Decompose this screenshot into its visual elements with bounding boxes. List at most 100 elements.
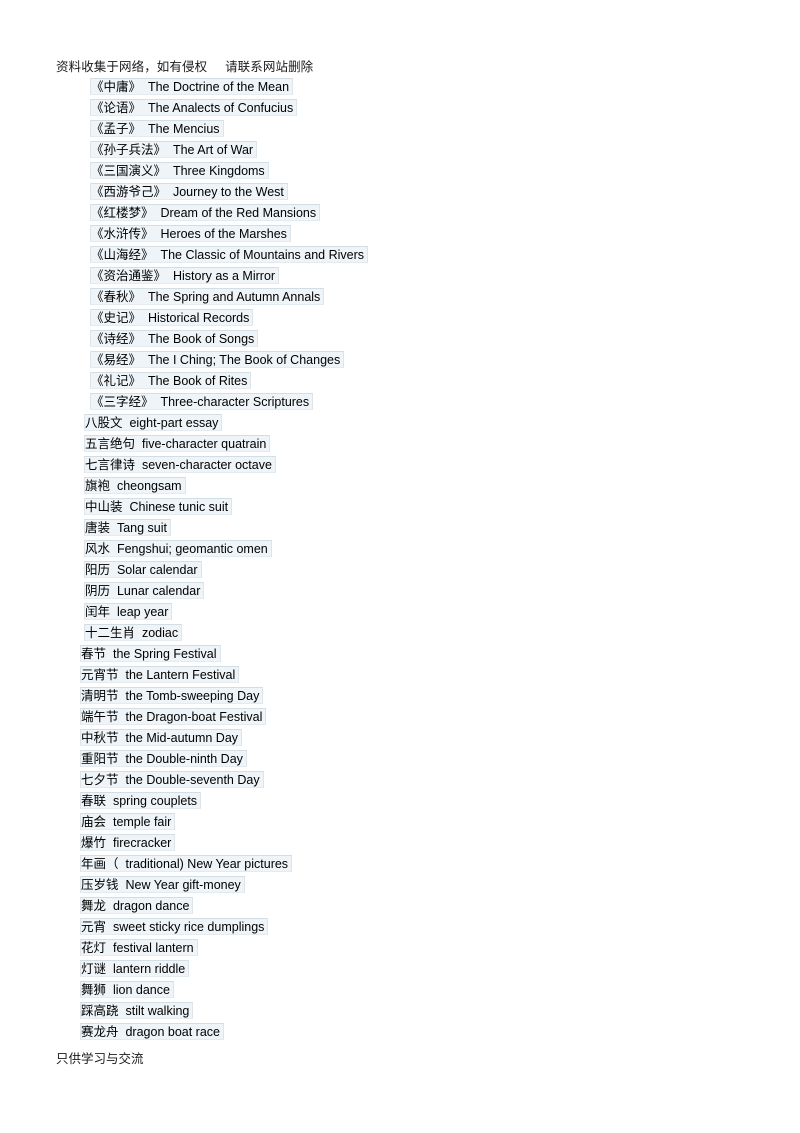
document-page: 资料收集于网络，如有侵权 请联系网站删除 《中庸》 The Doctrine o… (0, 0, 800, 1133)
glossary-term: 踩高跷 (81, 1004, 119, 1018)
glossary-term: 中山装 (85, 500, 123, 514)
glossary-row: 旗袍 cheongsam (62, 477, 762, 494)
glossary-gloss: Solar calendar (116, 563, 198, 577)
glossary-gloss: The Book of Rites (147, 374, 248, 388)
glossary-row: 《三国演义》 Three Kingdoms (62, 162, 762, 179)
glossary-term: 七夕节 (81, 773, 119, 787)
glossary-row: 《中庸》 The Doctrine of the Mean (62, 78, 762, 95)
glossary-term: 舞龙 (81, 899, 107, 913)
glossary-cell: 《中庸》 The Doctrine of the Mean (90, 78, 294, 95)
glossary-cell: 元宵 sweet sticky rice dumplings (80, 918, 269, 935)
glossary-cell: 《礼记》 The Book of Rites (90, 372, 252, 389)
glossary-gloss: the Tomb-sweeping Day (125, 689, 260, 703)
glossary-term: 庙会 (81, 815, 107, 829)
glossary-gloss: The Book of Songs (147, 332, 255, 346)
glossary-term: 《三国演义》 (91, 164, 167, 178)
term-gloss-separator (135, 626, 142, 640)
glossary-gloss: The I Ching; The Book of Changes (147, 353, 341, 367)
glossary-gloss: The Spring and Autumn Annals (147, 290, 321, 304)
glossary-gloss: the Double-ninth Day (125, 752, 243, 766)
glossary-cell: 压岁钱 New Year gift-money (80, 876, 245, 893)
glossary-term: 年画（ (81, 857, 119, 871)
glossary-cell: 舞狮 lion dance (80, 981, 174, 998)
glossary-term: 春联 (81, 794, 107, 808)
term-gloss-separator (141, 353, 148, 367)
term-gloss-separator (110, 479, 117, 493)
term-gloss-separator (141, 374, 148, 388)
glossary-gloss: leap year (116, 605, 169, 619)
glossary-gloss: cheongsam (116, 479, 182, 493)
glossary-row: 七言律诗 seven-character octave (62, 456, 762, 473)
term-gloss-separator (106, 815, 113, 829)
term-gloss-separator (166, 164, 173, 178)
glossary-cell: 《史记》 Historical Records (90, 309, 254, 326)
term-gloss-separator (141, 311, 148, 325)
glossary-term: 清明节 (81, 689, 119, 703)
term-gloss-separator (166, 143, 173, 157)
glossary-gloss: five-character quatrain (141, 437, 267, 451)
glossary-row: 中山装 Chinese tunic suit (62, 498, 762, 515)
glossary-cell: 春节 the Spring Festival (80, 645, 221, 662)
glossary-row: 庙会 temple fair (62, 813, 762, 830)
glossary-gloss: lion dance (112, 983, 170, 997)
glossary-term: 《西游爷己》 (91, 185, 167, 199)
glossary-cell: 阳历 Solar calendar (84, 561, 202, 578)
glossary-gloss: zodiac (141, 626, 179, 640)
glossary-term: 《山海经》 (91, 248, 154, 262)
glossary-cell: 阴历 Lunar calendar (84, 582, 205, 599)
glossary-cell: 春联 spring couplets (80, 792, 202, 809)
glossary-row: 《三字经》 Three-character Scriptures (62, 393, 762, 410)
term-gloss-separator (141, 80, 148, 94)
glossary-gloss: dragon boat race (125, 1025, 220, 1039)
glossary-term: 《红楼梦》 (91, 206, 154, 220)
glossary-cell: 七言律诗 seven-character octave (84, 456, 276, 473)
glossary-gloss: Three Kingdoms (172, 164, 265, 178)
glossary-cell: 《孟子》 The Mencius (90, 120, 224, 137)
glossary-row: 春节 the Spring Festival (62, 645, 762, 662)
glossary-cell: 中山装 Chinese tunic suit (84, 498, 233, 515)
glossary-row: 阳历 Solar calendar (62, 561, 762, 578)
glossary-term: 花灯 (81, 941, 107, 955)
glossary-term: 《三字经》 (91, 395, 154, 409)
glossary-term: 《水浒传》 (91, 227, 154, 241)
term-gloss-separator (141, 122, 148, 136)
glossary-row: 元宵节 the Lantern Festival (62, 666, 762, 683)
glossary-cell: 《易经》 The I Ching; The Book of Changes (90, 351, 345, 368)
glossary-cell: 年画（ traditional) New Year pictures (80, 855, 293, 872)
glossary-term: 阳历 (85, 563, 111, 577)
glossary-cell: 《春秋》 The Spring and Autumn Annals (90, 288, 325, 305)
term-gloss-separator (110, 563, 117, 577)
glossary-row: 清明节 the Tomb-sweeping Day (62, 687, 762, 704)
term-gloss-separator (106, 794, 113, 808)
glossary-cell: 唐装 Tang suit (84, 519, 171, 536)
glossary-gloss: temple fair (112, 815, 172, 829)
term-gloss-separator (110, 521, 117, 535)
glossary-row: 风水 Fengshui; geomantic omen (62, 540, 762, 557)
glossary-row: 唐装 Tang suit (62, 519, 762, 536)
glossary-gloss: Tang suit (116, 521, 167, 535)
glossary-cell: 《诗经》 The Book of Songs (90, 330, 259, 347)
glossary-term: 五言绝句 (85, 437, 136, 451)
glossary-gloss: stilt walking (125, 1004, 190, 1018)
glossary-cell: 《资治通鉴》 History as a Mirror (90, 267, 280, 284)
glossary-gloss: spring couplets (112, 794, 198, 808)
glossary-row: 舞龙 dragon dance (62, 897, 762, 914)
glossary-cell: 端午节 the Dragon-boat Festival (80, 708, 267, 725)
glossary-gloss: Historical Records (147, 311, 250, 325)
glossary-term: 《易经》 (91, 353, 142, 367)
glossary-cell: 清明节 the Tomb-sweeping Day (80, 687, 264, 704)
glossary-row: 七夕节 the Double-seventh Day (62, 771, 762, 788)
glossary-row: 十二生肖 zodiac (62, 624, 762, 641)
glossary-term: 压岁钱 (81, 878, 119, 892)
glossary-gloss: the Spring Festival (112, 647, 217, 661)
glossary-term: 十二生肖 (85, 626, 136, 640)
glossary-cell: 舞龙 dragon dance (80, 897, 194, 914)
glossary-gloss: the Mid-autumn Day (125, 731, 239, 745)
glossary-cell: 灯谜 lantern riddle (80, 960, 190, 977)
glossary-gloss: Dream of the Red Mansions (160, 206, 317, 220)
glossary-gloss: New Year gift-money (125, 878, 241, 892)
glossary-gloss: traditional) New Year pictures (125, 857, 289, 871)
glossary-cell: 赛龙舟 dragon boat race (80, 1023, 224, 1040)
glossary-term: 《资治通鉴》 (91, 269, 167, 283)
glossary-row: 《水浒传》 Heroes of the Marshes (62, 225, 762, 242)
